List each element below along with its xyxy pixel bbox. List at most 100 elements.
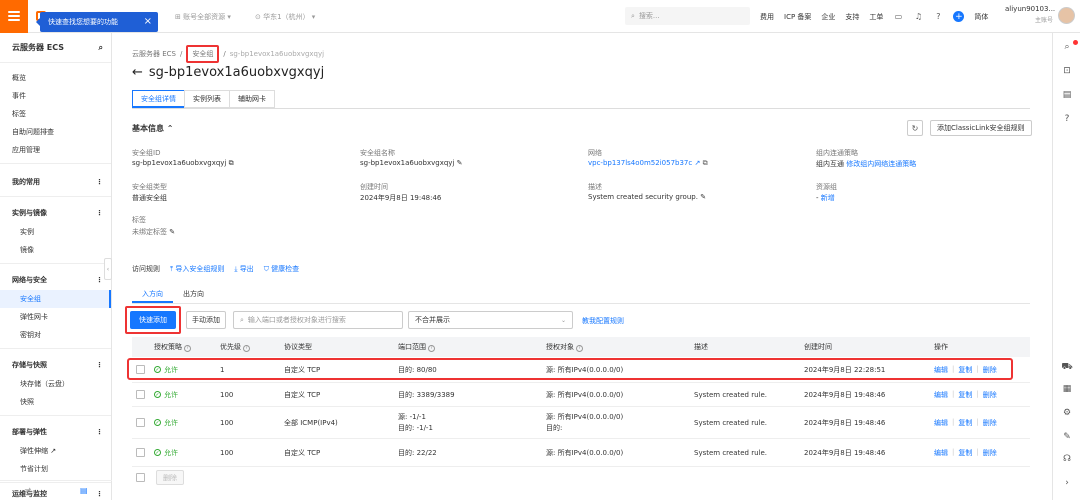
select-all-checkbox[interactable] (136, 473, 145, 482)
search-icon[interactable]: ⌕ (1061, 41, 1073, 53)
tab-detail[interactable]: 安全组详情 (132, 90, 185, 108)
tab-inbound[interactable]: 入方向 (132, 287, 173, 303)
sidebar-group-instances[interactable]: 实例与镜像 ⋮ (0, 203, 111, 223)
row-checkbox[interactable] (136, 448, 145, 457)
row-checkbox[interactable] (136, 418, 145, 427)
sidebar-item-security-group[interactable]: 安全组 (0, 290, 111, 308)
add-classiclink-button[interactable]: 添加ClassicLink安全组规则 (930, 120, 1032, 136)
edit-icon[interactable]: ✎ (169, 228, 175, 236)
sidebar-title: 云服务器 ECS (12, 43, 65, 52)
settings-icon[interactable]: ⚙ (1061, 407, 1073, 419)
headset-icon[interactable]: ☊ (1061, 453, 1073, 465)
back-arrow-icon[interactable]: ← (132, 65, 143, 80)
sidebar-item-app-management[interactable]: 应用管理 (0, 141, 111, 159)
sidebar-group-deploy[interactable]: 部署与弹性 ⋮ (0, 422, 111, 442)
rule-search-input[interactable]: ⌕ 输入端口或者授权对象进行搜索 (233, 311, 403, 329)
region-dropdown[interactable]: ⊙ 华东1（杭州） ▾ (255, 12, 315, 22)
add-resource-group-link[interactable]: 新增 (821, 194, 835, 202)
tab-instances[interactable]: 实例列表 (184, 90, 230, 108)
more-icon[interactable]: ⋮ (96, 178, 103, 186)
top-link-billing[interactable]: 费用 (760, 12, 774, 22)
refresh-button[interactable]: ↻ (907, 120, 923, 136)
export-link[interactable]: ⤓ 导出 (234, 264, 253, 274)
breadcrumb-security-group[interactable]: 安全组 (186, 45, 220, 63)
top-link-icp[interactable]: ICP 备案 (784, 12, 811, 22)
copy-link[interactable]: 复制 (958, 448, 972, 458)
rule-help-link[interactable]: 教我配置规则 (582, 316, 624, 326)
tab-outbound[interactable]: 出方向 (173, 287, 214, 303)
col-ops: 操作 (934, 343, 948, 351)
more-icon[interactable]: ⋮ (96, 276, 103, 284)
user-info[interactable]: aliyun90103... 主账号 (1005, 5, 1055, 24)
copy-link[interactable]: 复制 (958, 418, 972, 428)
more-icon[interactable]: ⋮ (96, 209, 103, 217)
copy-icon[interactable]: ⧉ (229, 159, 234, 167)
sidebar-item-disk[interactable]: 块存储（云盘） (0, 375, 111, 393)
top-link-ticket[interactable]: 工单 (869, 12, 883, 22)
manual-add-button[interactable]: 手动添加 (186, 311, 226, 329)
sidebar-item-tags[interactable]: 标签 (0, 105, 111, 123)
sidebar-item-troubleshoot[interactable]: 自助问题排查 (0, 123, 111, 141)
modify-connectivity-link[interactable]: 修改组内网络连通策略 (846, 160, 916, 168)
delete-link[interactable]: 删除 (983, 448, 997, 458)
sidebar-collapse-handle[interactable]: ‹ (104, 258, 112, 280)
sidebar-group-network[interactable]: 网络与安全 ⋮ (0, 270, 111, 290)
sidebar-group-my-common[interactable]: 我的常用 ⋮ (0, 172, 111, 192)
edit-icon[interactable]: ✎ (457, 159, 463, 167)
edit-link[interactable]: 编辑 (934, 448, 948, 458)
sidebar-item-savings-plan[interactable]: 节省计划 (0, 460, 111, 478)
calculator-icon[interactable]: ▦ (1061, 383, 1073, 395)
swap-icon[interactable]: ⇄ (24, 486, 31, 495)
help-icon[interactable]: ? (1061, 113, 1073, 125)
edit-link[interactable]: 编辑 (934, 418, 948, 428)
bell-icon[interactable]: ♫ (913, 12, 923, 22)
sidebar-item-instance[interactable]: 实例 (0, 223, 111, 241)
import-rules-link[interactable]: ⤒ 导入安全组规则 (170, 264, 224, 274)
chat-icon[interactable]: ▤ (80, 486, 88, 495)
screen-icon[interactable]: ▭ (893, 12, 903, 22)
language-switch[interactable]: 简体 (974, 12, 988, 22)
quick-add-button[interactable]: 快速添加 (130, 311, 176, 329)
close-icon[interactable]: × (144, 16, 152, 27)
sidebar-item-image[interactable]: 镜像 (0, 241, 111, 259)
more-icon[interactable]: ⋮ (96, 361, 103, 369)
info-value-network[interactable]: vpc-bp137ls4o0m52i057b37c ↗ ⧉ (588, 159, 708, 168)
copy-link[interactable]: 复制 (958, 390, 972, 400)
account-dropdown[interactable]: ⊞ 账号全部资源 ▾ (175, 12, 231, 22)
sidebar-item-snapshot[interactable]: 快照 (0, 393, 111, 411)
help-icon[interactable]: ? (933, 12, 943, 22)
plus-icon[interactable]: + (953, 11, 965, 22)
avatar[interactable] (1058, 7, 1075, 24)
tab-secondary-eni[interactable]: 辅助网卡 (229, 90, 275, 108)
row-checkbox[interactable] (136, 390, 145, 399)
col-protocol: 协议类型 (284, 343, 312, 351)
global-search-input[interactable]: ⌕ 搜索... (625, 7, 750, 25)
protocol: 自定义 TCP (284, 448, 321, 457)
sidebar-item-keypair[interactable]: 密钥对 (0, 326, 111, 344)
search-icon[interactable]: ⌕ (99, 43, 103, 53)
sidebar-item-overview[interactable]: 概览 (0, 69, 111, 87)
document-icon[interactable]: ▤ (1061, 89, 1073, 101)
basic-info-heading[interactable]: 基本信息 ⌃ (132, 123, 174, 134)
merge-display-select[interactable]: 不合并展示 ⌄ (408, 311, 573, 329)
cloud-shell-icon[interactable]: ⊡ (1061, 65, 1073, 77)
edit-link[interactable]: 编辑 (934, 390, 948, 400)
top-link-support[interactable]: 支持 (845, 12, 859, 22)
hamburger-menu-button[interactable] (0, 0, 28, 33)
top-link-enterprise[interactable]: 企业 (821, 12, 835, 22)
delete-link[interactable]: 删除 (983, 418, 997, 428)
edit-icon[interactable]: ✎ (1061, 431, 1073, 443)
breadcrumb-root[interactable]: 云服务器 ECS (132, 49, 176, 59)
sidebar-item-autoscaling[interactable]: 弹性伸缩 ↗ (0, 442, 111, 460)
sidebar-item-events[interactable]: 事件 (0, 87, 111, 105)
health-check-link[interactable]: ⛉ 健康检查 (264, 264, 299, 274)
sidebar-group-storage[interactable]: 存储与快照 ⋮ (0, 355, 111, 375)
bulk-delete-button[interactable]: 删除 (156, 470, 184, 485)
more-icon[interactable]: ⋮ (96, 428, 103, 436)
edit-icon[interactable]: ✎ (700, 193, 706, 201)
chevron-right-icon[interactable]: › (1061, 477, 1073, 489)
delete-link[interactable]: 删除 (983, 390, 997, 400)
detail-tabs: 安全组详情 实例列表 辅助网卡 (132, 90, 275, 108)
sidebar-item-eni[interactable]: 弹性网卡 (0, 308, 111, 326)
cart-icon[interactable]: ⛟ (1061, 361, 1073, 373)
